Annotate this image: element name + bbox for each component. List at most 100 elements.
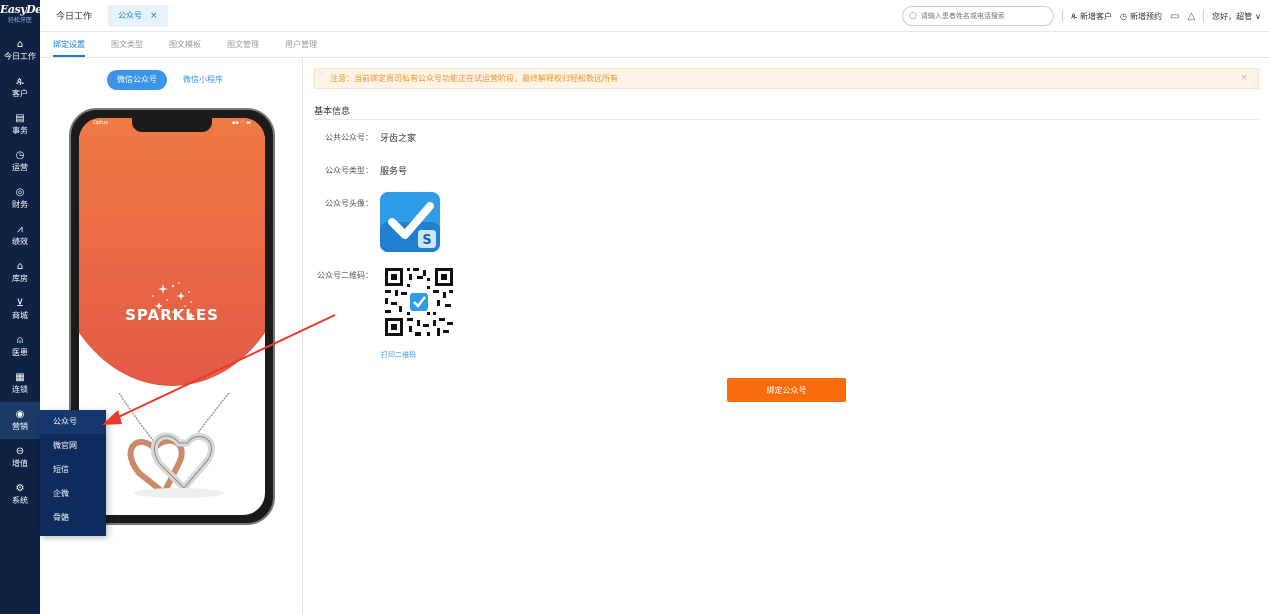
qr-label: 公众号二维码： — [317, 271, 373, 280]
search-input[interactable] — [920, 12, 1049, 20]
sidebar-item-label: 运营 — [12, 163, 28, 172]
marketing-icon: ◉ — [15, 409, 25, 420]
money-icon: ◎ — [15, 187, 25, 198]
sidebar-item-operations[interactable]: ◷ 运营 — [0, 143, 40, 180]
wechat-official-button[interactable]: 微信公众号 — [107, 70, 167, 90]
submenu-item-wecom[interactable]: 企微 — [40, 482, 106, 506]
sidebar-item-label: 绩效 — [12, 237, 28, 246]
sidebar-item-mall[interactable]: ⊻ 商城 — [0, 291, 40, 328]
add-appointment-button[interactable]: ◷ 新增预约 — [1120, 11, 1162, 22]
sidebar-item-label: 营销 — [12, 422, 28, 431]
sidebar-item-warehouse[interactable]: ⌂ 库房 — [0, 254, 40, 291]
value-added-icon: ⊖ — [15, 446, 25, 457]
tab-article-management[interactable]: 图文管理 — [227, 39, 259, 57]
top-actions: ○ ዹ 新增客户 ◷ 新增预约 ▭ △ 您好，超管 ∨ — [902, 5, 1261, 27]
chain-icon: ▦ — [15, 372, 25, 383]
account-type-value: 服务号 — [380, 167, 408, 177]
add-appointment-label: 新增预约 — [1129, 11, 1162, 21]
sidebar-item-label: 连锁 — [12, 385, 28, 394]
heart-pendant-image — [118, 393, 230, 498]
sidebar-item-label: 库房 — [12, 274, 28, 283]
brand-name: EasyDent — [0, 3, 40, 16]
divider — [314, 119, 1259, 120]
add-customer-label: 新增客户 — [1080, 11, 1112, 21]
sidebar-item-customer[interactable]: ዹ 客户 — [0, 69, 40, 106]
greeting-text: 您好，超管 — [1212, 11, 1253, 21]
app-logo[interactable]: EasyDent 轻松牙医 — [0, 0, 40, 32]
search-icon: ○ — [909, 11, 917, 21]
sidebar-item-marketing[interactable]: ◉ 营销 — [0, 402, 40, 439]
wechat-mini-program-button[interactable]: 微信小程序 — [173, 70, 233, 90]
sidebar-item-label: 系统 — [12, 496, 28, 505]
user-icon: ዹ — [16, 76, 24, 87]
divider — [1203, 10, 1205, 22]
section-title: 基本信息 — [314, 107, 351, 117]
sidebar-item-affairs[interactable]: ▤ 事务 — [0, 106, 40, 143]
sidebar-item-doctor-patient[interactable]: ⍝ 医患 — [0, 328, 40, 365]
sidebar-item-label: 事务 — [12, 126, 28, 135]
sidebar-item-finance[interactable]: ◎ 财务 — [0, 180, 40, 217]
user-menu[interactable]: 您好，超管 ∨ — [1212, 11, 1261, 22]
tab-article-templates[interactable]: 图文模板 — [169, 39, 201, 57]
submenu-item-official-account[interactable]: 公众号 — [40, 410, 106, 434]
account-value: 牙齿之家 — [380, 134, 417, 144]
sidebar-item-chain[interactable]: ▦ 连锁 — [0, 365, 40, 402]
phone-notch — [132, 118, 212, 132]
doctor-patient-icon: ⍝ — [17, 335, 23, 346]
cart-icon: ⊻ — [16, 298, 24, 309]
home-icon: ⌂ — [16, 39, 24, 50]
gear-icon: ⚙ — [15, 483, 25, 494]
phone-screen: Optus ▪▪ ◠ ▬ SPARKLES — [79, 118, 265, 515]
sidebar-item-label: 财务 — [12, 200, 28, 209]
submenu-item-skeleton[interactable]: 骨骼 — [40, 506, 106, 530]
sidebar-item-label: 今日工作 — [4, 52, 36, 61]
sidebar-item-today[interactable]: ⌂ 今日工作 — [0, 32, 40, 69]
divider — [1062, 10, 1063, 22]
tab-bind-settings[interactable]: 绑定设置 — [53, 39, 85, 57]
hero-background — [79, 118, 265, 386]
add-user-icon: ዹ — [1071, 11, 1077, 20]
search-box[interactable]: ○ — [902, 6, 1054, 26]
close-icon[interactable]: × — [1240, 69, 1248, 88]
sidebar-item-value-added[interactable]: ⊖ 增值 — [0, 439, 40, 476]
bell-icon[interactable]: △ — [1187, 11, 1195, 22]
top-bar: 今日工作 公众号 × ○ ዹ 新增客户 ◷ 新增预约 ▭ △ 您好，超管 ∨ — [40, 0, 1269, 32]
notice-banner: 注意：当前绑定贵司私有公众号功能正在试运营阶段，最终解释权归轻松数远所有 × — [314, 68, 1259, 89]
notice-text: 注意：当前绑定贵司私有公众号功能正在试运营阶段，最终解释权归轻松数远所有 — [330, 74, 618, 83]
brand-subtitle: 轻松牙医 — [7, 17, 32, 24]
sidebar-item-label: 增值 — [12, 459, 28, 468]
account-type-label: 公众号类型： — [325, 166, 373, 175]
svg-text:S: S — [422, 233, 431, 248]
sidebar-item-label: 商城 — [12, 311, 28, 320]
marketing-submenu: 公众号 微官网 短信 企微 骨骼 — [40, 410, 106, 536]
avatar: S — [380, 192, 440, 252]
avatar-label: 公众号头像： — [325, 199, 373, 208]
sidebar-item-performance[interactable]: ⩘ 绩效 — [0, 217, 40, 254]
tab-article-types[interactable]: 图文类型 — [111, 39, 143, 57]
tab-today[interactable]: 今日工作 — [40, 9, 108, 22]
sidebar-item-label: 医患 — [12, 348, 28, 357]
sidebar: EasyDent 轻松牙医 ⌂ 今日工作 ዹ 客户 ▤ 事务 ◷ 运营 ◎ 财务… — [0, 0, 40, 614]
tab-official-account[interactable]: 公众号 × — [108, 4, 168, 27]
sidebar-item-system[interactable]: ⚙ 系统 — [0, 476, 40, 513]
bind-account-button[interactable]: 绑定公众号 — [727, 378, 846, 402]
status-icons: ▪▪ ◠ ▬ — [231, 120, 251, 126]
brand-title: SPARKLES — [125, 306, 219, 324]
qr-code-image — [381, 264, 457, 340]
submenu-item-sms[interactable]: 短信 — [40, 458, 106, 482]
tab-label: 公众号 — [118, 11, 143, 20]
submenu-item-micro-site[interactable]: 微官网 — [40, 434, 106, 458]
tab-user-management[interactable]: 用户管理 — [285, 39, 317, 57]
carrier-text: Optus — [93, 120, 108, 126]
sub-tabs: 绑定设置 图文类型 图文模板 图文管理 用户管理 — [40, 32, 1269, 58]
chevron-down-icon: ∨ — [1255, 11, 1261, 21]
close-icon[interactable]: × — [150, 11, 158, 21]
add-customer-button[interactable]: ዹ 新增客户 — [1071, 11, 1112, 22]
message-icon[interactable]: ▭ — [1170, 11, 1179, 22]
clock-icon: ◷ — [15, 150, 25, 161]
account-label: 公共公众号： — [325, 133, 373, 142]
print-qr-link[interactable]: 打印二维码 — [381, 350, 416, 360]
warehouse-icon: ⌂ — [16, 261, 24, 272]
sidebar-item-label: 客户 — [12, 89, 28, 98]
task-icon: ▤ — [15, 113, 25, 124]
